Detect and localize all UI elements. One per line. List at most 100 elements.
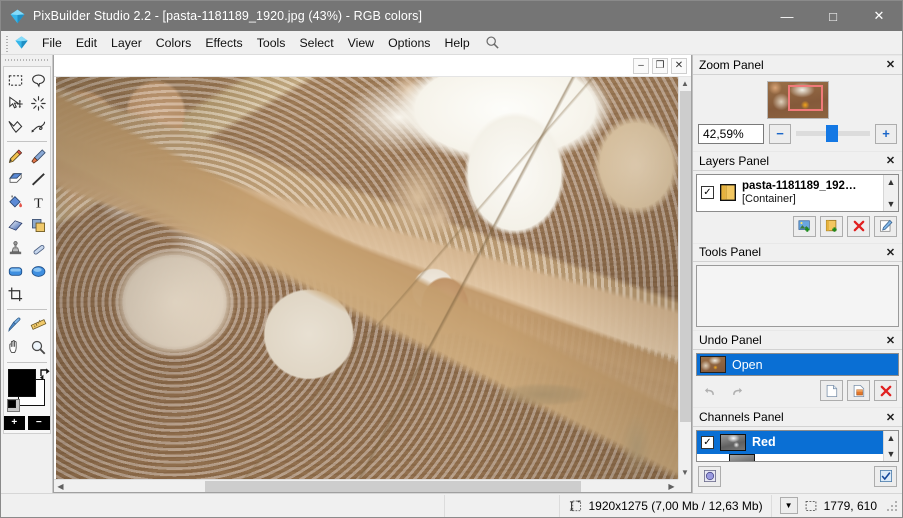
magic-wand-tool[interactable]: [27, 92, 50, 115]
menu-tools[interactable]: Tools: [250, 33, 293, 53]
edit-layer-button[interactable]: [874, 215, 897, 237]
horizontal-scroll-track[interactable]: [67, 480, 665, 493]
canvas-image-area[interactable]: [54, 77, 678, 479]
document-restore-button[interactable]: ❐: [652, 57, 668, 74]
clone-stamp-tool[interactable]: [27, 214, 50, 237]
window-maximize-button[interactable]: □: [810, 1, 856, 31]
window-close-button[interactable]: ✕: [856, 1, 902, 31]
paintbrush-tool[interactable]: [27, 145, 50, 168]
freehand-select-tool[interactable]: [27, 115, 50, 138]
canvas-vertical-scrollbar[interactable]: ▲ ▼: [678, 77, 691, 479]
layers-scroll-down-icon[interactable]: ▼: [887, 199, 896, 209]
window-minimize-button[interactable]: —: [764, 1, 810, 31]
hand-tool[interactable]: [4, 336, 27, 359]
vertical-scroll-track[interactable]: [679, 90, 692, 466]
zoom-out-button[interactable]: −: [769, 123, 791, 144]
channel-row[interactable]: ✓ Red: [697, 430, 883, 454]
blur-tool[interactable]: [27, 237, 50, 260]
measure-tool[interactable]: [27, 313, 50, 336]
layer-row[interactable]: ✓ pasta-1181189_192… [Container]: [697, 175, 883, 211]
redo-button[interactable]: [725, 380, 748, 401]
menu-file[interactable]: File: [35, 33, 69, 53]
delete-snapshot-button[interactable]: [874, 380, 897, 402]
toolbox-drag-grip[interactable]: [4, 57, 49, 63]
resize-grip[interactable]: [885, 498, 899, 513]
scroll-down-arrow-icon[interactable]: ▼: [679, 466, 692, 479]
pencil-tool[interactable]: [4, 145, 27, 168]
swap-colors-icon[interactable]: [39, 367, 52, 380]
channels-scroll-up-icon[interactable]: ▲: [887, 433, 896, 443]
vertical-scroll-thumb[interactable]: [679, 91, 691, 422]
menu-drag-grip[interactable]: [4, 33, 10, 52]
zoom-slider[interactable]: [796, 124, 870, 144]
zoom-viewport-rectangle[interactable]: [787, 84, 823, 112]
menu-help[interactable]: Help: [437, 33, 476, 53]
menu-effects[interactable]: Effects: [198, 33, 249, 53]
undo-button[interactable]: [698, 380, 721, 401]
duplicate-snapshot-button[interactable]: [847, 380, 870, 402]
text-tool[interactable]: T: [27, 191, 50, 214]
lasso-select-tool[interactable]: [27, 69, 50, 92]
magnifier-icon[interactable]: [483, 34, 503, 52]
chevron-down-icon[interactable]: ▼: [779, 497, 798, 514]
menu-select[interactable]: Select: [292, 33, 340, 53]
scroll-up-arrow-icon[interactable]: ▲: [679, 77, 692, 90]
scroll-left-arrow-icon[interactable]: ◀: [54, 480, 67, 493]
paint-bucket-tool[interactable]: [4, 191, 27, 214]
gradient-tool[interactable]: [4, 214, 27, 237]
rounded-rectangle-tool[interactable]: [4, 260, 27, 283]
horizontal-scroll-thumb[interactable]: [204, 480, 582, 492]
decrease-swatch-button[interactable]: −: [28, 416, 50, 430]
document-image[interactable]: [56, 77, 678, 479]
move-tool[interactable]: [4, 92, 27, 115]
foreground-color-swatch[interactable]: [7, 369, 36, 397]
eyedropper-tool[interactable]: [4, 313, 27, 336]
polygon-select-tool[interactable]: [4, 115, 27, 138]
menu-colors[interactable]: Colors: [149, 33, 199, 53]
delete-layer-button[interactable]: [847, 215, 870, 237]
layer-visibility-checkbox[interactable]: ✓: [701, 186, 714, 200]
add-folder-layer-button[interactable]: [820, 215, 843, 237]
zoom-slider-knob[interactable]: [825, 125, 838, 143]
layers-panel-close-icon[interactable]: ✕: [883, 153, 898, 168]
channel-visibility-checkbox[interactable]: ✓: [701, 435, 714, 449]
canvas-viewport[interactable]: ▲ ▼ ◀ ▶: [54, 77, 691, 492]
channels-list[interactable]: ✓ Red ▲ ▼: [696, 429, 899, 462]
channels-panel-close-icon[interactable]: ✕: [883, 410, 898, 425]
undo-history-item[interactable]: Open: [697, 354, 898, 376]
increase-swatch-button[interactable]: +: [3, 416, 25, 430]
eraser-tool[interactable]: [4, 168, 27, 191]
undo-panel-close-icon[interactable]: ✕: [883, 333, 898, 348]
zoom-value-input[interactable]: 42,59%: [698, 123, 764, 144]
channel-visibility-button[interactable]: [874, 465, 897, 487]
zoom-panel-close-icon[interactable]: ✕: [883, 57, 898, 72]
menu-edit[interactable]: Edit: [69, 33, 104, 53]
stamp-tool[interactable]: [4, 237, 27, 260]
canvas-horizontal-scrollbar[interactable]: ◀ ▶: [54, 479, 678, 492]
zoom-preview-thumbnail[interactable]: [766, 80, 829, 119]
default-colors-icon[interactable]: [6, 399, 20, 412]
layers-scroll-up-icon[interactable]: ▲: [887, 177, 896, 187]
document-close-button[interactable]: ✕: [671, 57, 687, 74]
menu-options[interactable]: Options: [381, 33, 437, 53]
undo-history-list[interactable]: Open: [696, 353, 899, 377]
layers-list-scrollbar[interactable]: ▲ ▼: [883, 174, 898, 211]
channel-mask-button[interactable]: [698, 465, 721, 487]
add-image-layer-button[interactable]: [793, 215, 816, 237]
zoom-in-button[interactable]: +: [875, 123, 897, 144]
channels-list-scrollbar[interactable]: ▲ ▼: [883, 430, 898, 461]
channels-scroll-down-icon[interactable]: ▼: [887, 449, 896, 459]
menu-layer[interactable]: Layer: [104, 33, 149, 53]
ellipse-tool[interactable]: [27, 260, 50, 283]
layers-list[interactable]: ✓ pasta-1181189_192… [Container] ▲ ▼: [696, 173, 899, 212]
tools-panel-empty-area[interactable]: [696, 265, 899, 328]
scroll-right-arrow-icon[interactable]: ▶: [665, 480, 678, 493]
rectangular-marquee-tool[interactable]: [4, 69, 27, 92]
zoom-tool[interactable]: [27, 336, 50, 359]
line-tool[interactable]: [27, 168, 50, 191]
new-snapshot-button[interactable]: [820, 380, 843, 402]
document-minimize-button[interactable]: –: [633, 57, 649, 74]
tools-panel-close-icon[interactable]: ✕: [883, 245, 898, 260]
menu-view[interactable]: View: [341, 33, 381, 53]
crop-tool[interactable]: [4, 283, 27, 306]
